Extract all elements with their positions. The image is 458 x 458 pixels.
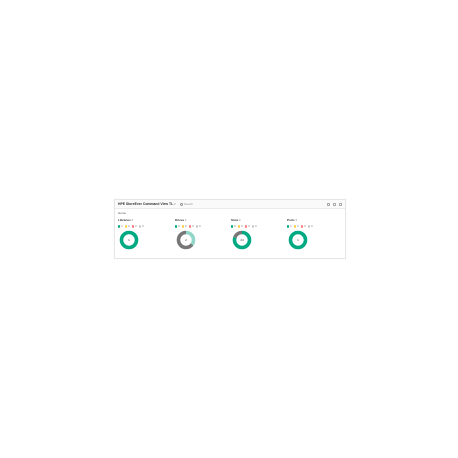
donut-chart[interactable]: 1 (119, 230, 139, 250)
donut-center-value: 1 (297, 238, 299, 242)
help-icon[interactable] (339, 202, 342, 206)
chevron-down-icon: ▾ (295, 218, 297, 222)
ok-status-icon (118, 225, 121, 228)
warning-status-icon (294, 225, 297, 228)
app-window: HPE StoreEver Command View TL ▾ Search H… (114, 199, 346, 259)
chevron-down-icon: ▾ (239, 218, 241, 222)
legend-unknown: 0 (196, 225, 201, 228)
panel-title[interactable]: Slots▾ (231, 218, 281, 222)
donut-center-value: 2 (185, 238, 187, 242)
unknown-status-icon (139, 225, 142, 228)
top-icons (327, 202, 342, 206)
warning-status-icon (125, 225, 128, 228)
activity-icon[interactable] (327, 202, 330, 206)
panel-title[interactable]: Drives▾ (175, 218, 225, 222)
legend-ok: 1 (118, 225, 123, 228)
status-legend: 1 0 0 0 (118, 225, 168, 228)
breadcrumb[interactable]: Home (115, 209, 345, 216)
legend-warning: 0 (125, 225, 130, 228)
ok-status-icon (175, 225, 178, 228)
legend-warning: 0 (182, 225, 187, 228)
warning-status-icon (182, 225, 185, 228)
warning-status-icon (238, 225, 241, 228)
donut-chart[interactable]: 1 (288, 230, 308, 250)
legend-critical: 0 (189, 225, 194, 228)
status-legend: 0 0 0 0 (231, 225, 281, 228)
critical-status-icon (132, 225, 135, 228)
critical-status-icon (245, 225, 248, 228)
dashboard-panels: Libraries▾ 1 0 0 0 1 Drives▾ 0 0 0 0 2 S… (115, 216, 345, 258)
legend-ok: 0 (175, 225, 180, 228)
app-title: HPE StoreEver Command View TL (118, 202, 174, 206)
unknown-status-icon (252, 225, 255, 228)
critical-status-icon (301, 225, 304, 228)
legend-ok: 1 (287, 225, 292, 228)
donut-chart[interactable]: 2 (176, 230, 196, 250)
panel-slots[interactable]: Slots▾ 0 0 0 0 24 (231, 218, 281, 258)
legend-critical: 0 (245, 225, 250, 228)
unknown-status-icon (196, 225, 199, 228)
donut-center-value: 1 (128, 238, 130, 242)
legend-unknown: 0 (139, 225, 144, 228)
chevron-down-icon: ▾ (184, 218, 187, 222)
chevron-down-icon: ▾ (131, 218, 133, 222)
ok-status-icon (287, 225, 290, 228)
legend-warning: 0 (294, 225, 299, 228)
legend-critical: 0 (132, 225, 137, 228)
ok-status-icon (231, 225, 234, 228)
status-legend: 0 0 0 0 (175, 225, 225, 228)
unknown-status-icon (308, 225, 311, 228)
chevron-down-icon[interactable]: ▾ (174, 202, 176, 206)
panel-title[interactable]: Ports▾ (287, 218, 337, 222)
panel-ports[interactable]: Ports▾ 1 0 0 0 1 (287, 218, 337, 258)
search-box[interactable]: Search (179, 202, 194, 206)
status-legend: 1 0 0 0 (287, 225, 337, 228)
panel-drives[interactable]: Drives▾ 0 0 0 0 2 (175, 218, 225, 258)
legend-critical: 0 (301, 225, 306, 228)
panel-title[interactable]: Libraries▾ (118, 218, 168, 222)
search-label: Search (183, 202, 194, 206)
legend-ok: 0 (231, 225, 236, 228)
user-icon[interactable] (333, 202, 336, 206)
panel-libraries[interactable]: Libraries▾ 1 0 0 0 1 (118, 218, 168, 258)
donut-center-value: 24 (240, 238, 244, 242)
donut-chart[interactable]: 24 (232, 230, 252, 250)
legend-warning: 0 (238, 225, 243, 228)
critical-status-icon (189, 225, 192, 228)
top-bar: HPE StoreEver Command View TL ▾ Search (115, 200, 345, 209)
search-icon (179, 202, 183, 206)
legend-unknown: 0 (252, 225, 257, 228)
legend-unknown: 0 (308, 225, 313, 228)
